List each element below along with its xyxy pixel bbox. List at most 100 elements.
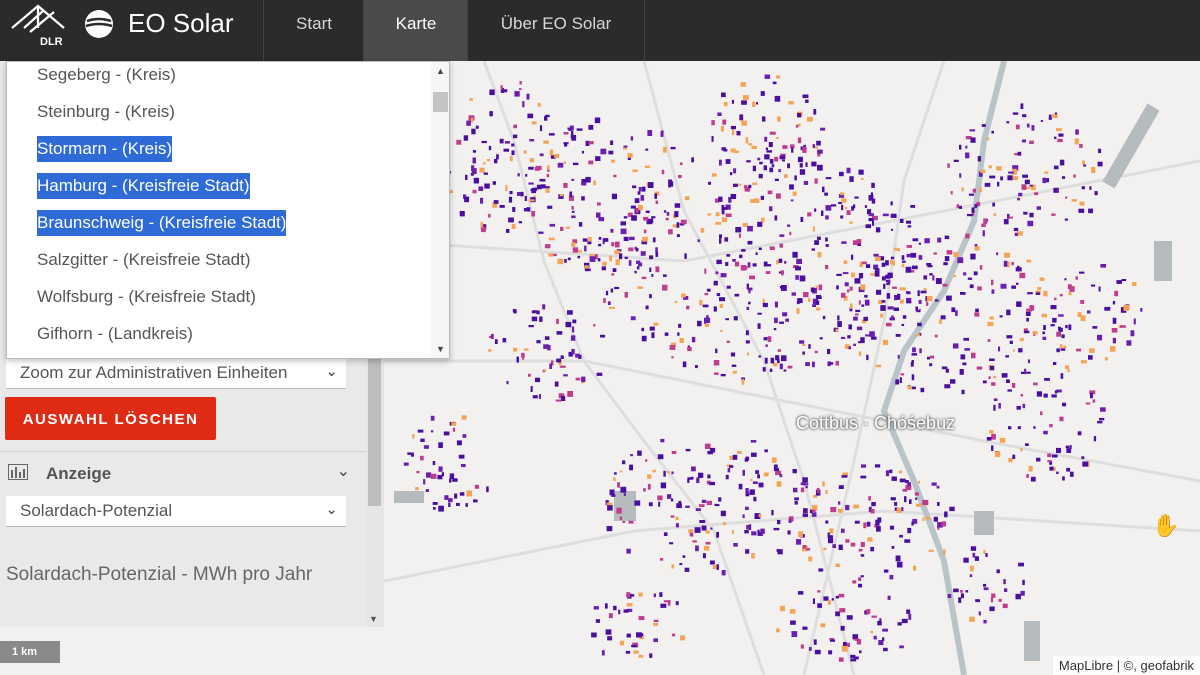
building-footprint — [654, 193, 657, 199]
building-footprint — [572, 319, 577, 324]
building-footprint — [865, 224, 871, 229]
building-footprint — [603, 238, 609, 242]
building-footprint — [734, 293, 740, 297]
building-footprint — [949, 506, 955, 512]
building-footprint — [764, 449, 768, 453]
scroll-down-arrow-icon[interactable]: ▼ — [436, 344, 445, 354]
building-footprint — [959, 369, 964, 375]
building-footprint — [904, 496, 907, 503]
building-footprint — [923, 288, 927, 291]
region-dropdown-list[interactable]: Segeberg - (Kreis) Steinburg - (Kreis) S… — [6, 61, 450, 359]
building-footprint — [809, 509, 812, 514]
map-canvas[interactable]: Cottbus · Chóśebuz ✋ MapLibre | ©, geofa… — [384, 61, 1200, 675]
scroll-up-arrow-icon[interactable]: ▲ — [436, 66, 445, 76]
building-footprint — [581, 376, 586, 383]
building-footprint — [559, 194, 564, 197]
building-footprint — [458, 454, 465, 459]
building-footprint — [504, 141, 510, 144]
building-footprint — [932, 275, 935, 281]
building-footprint — [480, 221, 484, 228]
region-option[interactable]: Gifhorn - (Landkreis) — [37, 321, 193, 347]
region-option[interactable]: Wolfsburg - (Kreisfreie Stadt) — [37, 284, 256, 310]
clear-selection-button[interactable]: AUSWAHL LÖSCHEN — [5, 397, 216, 440]
scroll-down-arrow-icon[interactable]: ▼ — [369, 614, 378, 624]
region-option-selected[interactable]: Stormarn - (Kreis) — [37, 136, 173, 162]
building-footprint — [846, 615, 853, 620]
building-footprint — [661, 169, 665, 175]
region-option-selected[interactable]: Braunschweig - (Kreisfreie Stadt) — [37, 210, 287, 236]
legend-title: Solardach-Potenzial - MWh pro Jahr — [6, 564, 313, 585]
building-footprint — [555, 399, 562, 402]
building-footprint — [721, 209, 725, 215]
building-footprint — [796, 539, 802, 545]
building-footprints[interactable] — [403, 74, 1143, 662]
building-footprint — [609, 306, 615, 309]
building-footprint — [715, 271, 719, 275]
building-footprint — [927, 356, 930, 360]
building-footprint — [848, 324, 852, 330]
building-footprint — [937, 502, 940, 506]
building-footprint — [1097, 420, 1103, 424]
brand[interactable]: DLR EO Solar — [0, 0, 262, 61]
building-footprint — [1091, 169, 1096, 173]
building-footprint — [1062, 402, 1067, 407]
sidebar-scrollbar-thumb[interactable] — [368, 351, 381, 506]
building-footprint — [779, 286, 786, 289]
building-footprint — [1060, 373, 1064, 379]
building-footprint — [1088, 355, 1093, 360]
building-footprint — [866, 521, 871, 527]
tab-start[interactable]: Start — [263, 0, 364, 61]
region-option[interactable]: Salzgitter - (Kreisfreie Stadt) — [37, 247, 251, 273]
tab-karte[interactable]: Karte — [363, 0, 468, 61]
building-footprint — [499, 138, 504, 144]
building-potential-map[interactable] — [384, 61, 1200, 675]
building-footprint — [791, 147, 794, 153]
building-footprint — [936, 485, 940, 489]
display-layer-select[interactable]: Solardach-Potenzial ⌄ — [6, 496, 346, 527]
building-footprint — [1009, 340, 1013, 344]
display-section-header[interactable]: Anzeige ⌄ — [0, 452, 366, 492]
building-footprint — [844, 282, 849, 287]
region-option-selected[interactable]: Hamburg - (Kreisfreie Stadt) — [37, 173, 250, 199]
building-footprint — [561, 396, 566, 401]
building-footprint — [971, 352, 976, 359]
building-footprint — [667, 470, 670, 474]
zoom-admin-select[interactable]: Zoom zur Administrativen Einheiten ⌄ — [6, 358, 346, 389]
building-footprint — [784, 174, 788, 179]
building-footprint — [578, 222, 583, 227]
building-footprint — [704, 323, 710, 327]
map-attribution[interactable]: MapLibre | ©, geofabrik — [1052, 656, 1200, 675]
building-footprint — [696, 477, 700, 484]
building-footprint — [1022, 174, 1028, 178]
building-footprint — [795, 266, 801, 271]
building-footprint — [825, 265, 829, 269]
dropdown-scrollbar-thumb[interactable] — [433, 92, 448, 112]
tab-ueber-eo-solar[interactable]: Über EO Solar — [467, 0, 645, 61]
building-footprint — [803, 508, 808, 514]
building-footprint — [1026, 474, 1029, 478]
building-footprint — [838, 544, 843, 550]
dlr-logo-text: DLR — [40, 36, 63, 48]
building-footprint — [710, 447, 716, 453]
building-footprint — [757, 312, 762, 315]
building-footprint — [663, 470, 666, 477]
building-footprint — [998, 346, 1001, 352]
building-footprint — [873, 253, 879, 257]
building-footprint — [782, 145, 788, 149]
building-footprint — [651, 332, 655, 339]
building-footprint — [758, 513, 762, 518]
building-footprint — [908, 614, 912, 620]
building-footprint — [615, 241, 620, 248]
dropdown-scrollbar[interactable]: ▲ ▼ — [431, 62, 449, 358]
region-option[interactable]: Steinburg - (Kreis) — [37, 99, 175, 125]
building-footprint — [837, 315, 840, 321]
building-footprint — [723, 149, 728, 152]
building-footprint — [412, 434, 415, 439]
building-footprint — [859, 650, 862, 654]
region-option[interactable]: Segeberg - (Kreis) — [37, 62, 176, 88]
building-footprint — [692, 540, 697, 543]
building-footprint — [839, 171, 844, 177]
building-footprint — [1057, 138, 1063, 143]
building-footprint — [638, 592, 643, 597]
building-footprint — [985, 553, 988, 557]
